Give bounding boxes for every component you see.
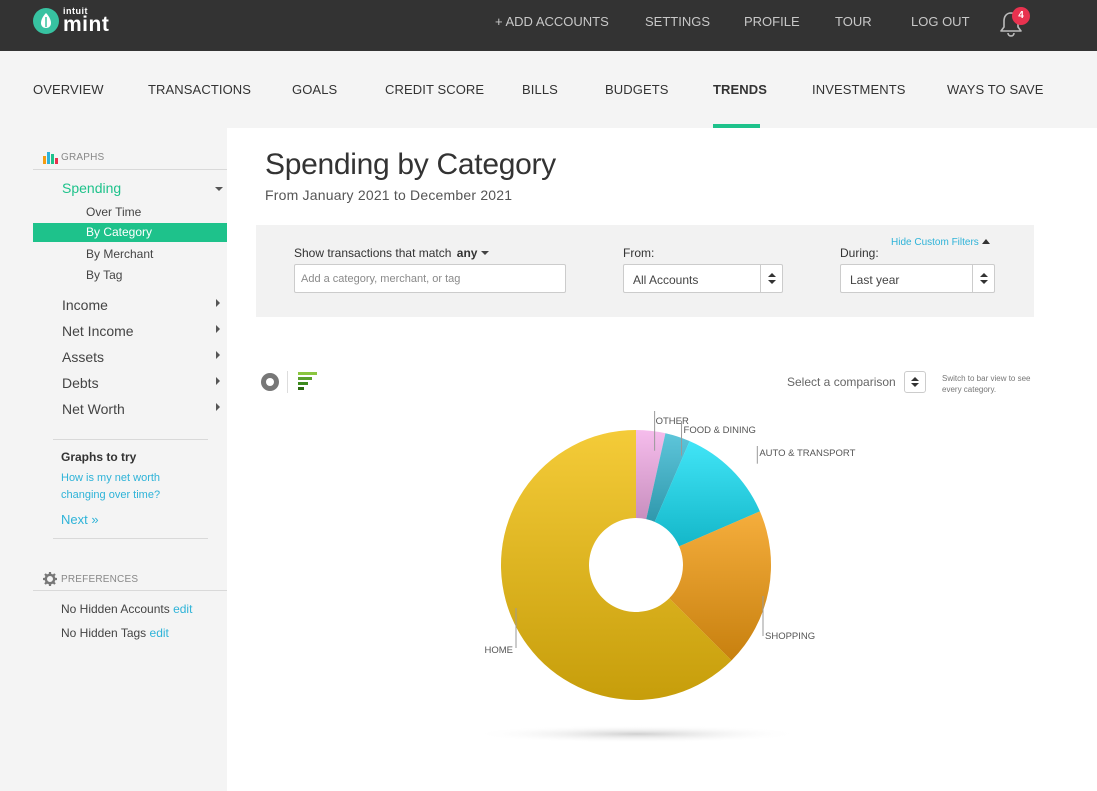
chevron-right-icon: [216, 403, 220, 411]
sidebar-item-income[interactable]: Income: [62, 297, 108, 313]
sidebar-sub-by-merchant[interactable]: By Merchant: [86, 247, 153, 261]
sidebar-item-debts[interactable]: Debts: [62, 375, 99, 391]
tab-bills[interactable]: BILLS: [522, 82, 558, 97]
chevron-right-icon: [216, 351, 220, 359]
tab-credit-score[interactable]: CREDIT SCORE: [385, 82, 484, 97]
slice-label: HOME: [485, 645, 514, 656]
hidden-tags-text: No Hidden Tags: [61, 626, 147, 640]
notification-badge: 4: [1012, 7, 1030, 25]
leaf-icon: [33, 8, 59, 34]
sidebar-sub-by-category[interactable]: By Category: [33, 223, 227, 242]
bar-chart-icon: [43, 152, 58, 164]
tour-link[interactable]: TOUR: [835, 0, 872, 51]
divider: [53, 538, 208, 539]
tab-transactions[interactable]: TRANSACTIONS: [148, 82, 251, 97]
main-nav: OVERVIEW TRANSACTIONS GOALS CREDIT SCORE…: [0, 51, 1097, 128]
edit-hidden-accounts-link[interactable]: edit: [173, 602, 192, 616]
graphs-to-try-heading: Graphs to try: [61, 450, 137, 464]
sidebar-item-assets[interactable]: Assets: [62, 349, 104, 365]
main-content: Spending by Category From January 2021 t…: [227, 128, 1097, 791]
profile-link[interactable]: PROFILE: [744, 0, 800, 51]
slice-label: FOOD & DINING: [684, 425, 756, 436]
divider: [53, 439, 208, 440]
sidebar-item-spending[interactable]: Spending: [62, 180, 121, 196]
divider: [33, 169, 227, 170]
tab-investments[interactable]: INVESTMENTS: [812, 82, 906, 97]
slice-label: AUTO & TRANSPORT: [759, 448, 855, 459]
preferences-heading: PREFERENCES: [61, 574, 139, 585]
tab-ways-to-save[interactable]: WAYS TO SAVE: [947, 82, 1044, 97]
sidebar-item-net-income[interactable]: Net Income: [62, 323, 134, 339]
gear-icon: [43, 572, 57, 586]
add-accounts-link[interactable]: + ADD ACCOUNTS: [495, 0, 609, 51]
brand-big: mint: [63, 13, 110, 36]
divider: [33, 590, 227, 591]
settings-link[interactable]: SETTINGS: [645, 0, 710, 51]
log-out-link[interactable]: LOG OUT: [911, 0, 970, 51]
next-link[interactable]: Next »: [61, 512, 99, 527]
edit-hidden-tags-link[interactable]: edit: [150, 626, 169, 640]
spending-donut-chart: OTHERFOOD & DININGAUTO & TRANSPORTSHOPPI…: [472, 411, 856, 743]
mint-logo[interactable]: intuit mint: [33, 7, 109, 35]
tab-overview[interactable]: OVERVIEW: [33, 82, 104, 97]
try-graph-link[interactable]: How is my net worth changing over time?: [61, 470, 181, 504]
sidebar-item-net-worth[interactable]: Net Worth: [62, 401, 125, 417]
chevron-down-icon: [215, 187, 223, 191]
chevron-right-icon: [216, 377, 220, 385]
tab-trends[interactable]: TRENDS: [713, 82, 767, 97]
sidebar-sub-over-time[interactable]: Over Time: [86, 205, 141, 219]
tab-budgets[interactable]: BUDGETS: [605, 82, 669, 97]
top-bar: intuit mint + ADD ACCOUNTS SETTINGS PROF…: [0, 0, 1097, 51]
sidebar-sub-by-tag[interactable]: By Tag: [86, 268, 122, 282]
slice-label: SHOPPING: [765, 631, 815, 642]
sidebar-sub-label: By Category: [86, 225, 153, 239]
hidden-accounts-text: No Hidden Accounts: [61, 602, 170, 616]
tab-goals[interactable]: GOALS: [292, 82, 337, 97]
graphs-heading: GRAPHS: [61, 152, 105, 163]
chevron-right-icon: [216, 299, 220, 307]
chevron-right-icon: [216, 325, 220, 333]
sidebar: GRAPHS Spending Over Time By Category By…: [0, 128, 227, 791]
chart-shadow: [472, 725, 802, 743]
